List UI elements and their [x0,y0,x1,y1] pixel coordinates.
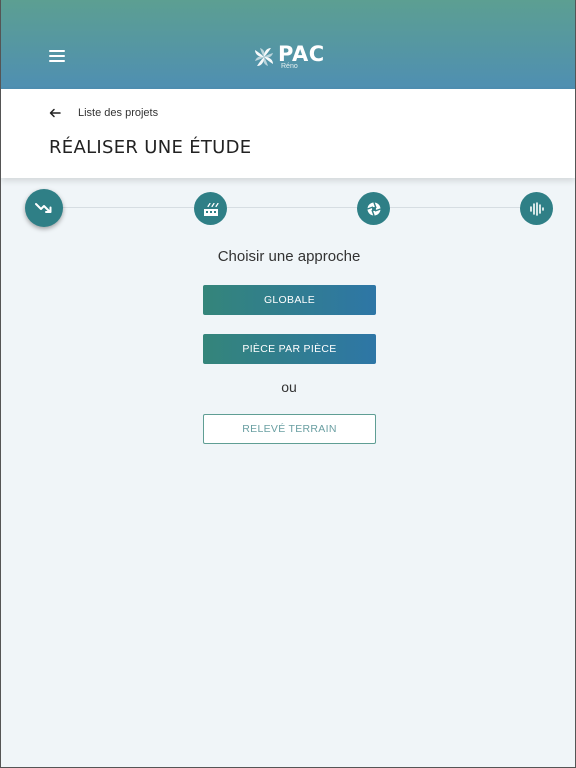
back-to-projects-link[interactable]: Liste des projets [49,105,158,121]
factory-icon [203,202,219,216]
logo-subtext: Réno [281,63,298,70]
section-title: Choisir une approche [217,248,361,265]
menu-icon[interactable] [49,50,65,64]
room-by-room-button[interactable]: PIÈCE PAR PIÈCE [203,334,376,364]
global-approach-button[interactable]: GLOBALE [203,285,376,315]
step-2-button[interactable] [194,192,227,225]
app-logo: PAC Réno [252,42,332,73]
page-title: RÉALISER UNE ÉTUDE [49,137,252,158]
aperture-icon [366,201,381,216]
or-separator: ou [281,379,297,395]
stepper-track [44,207,537,208]
trending-down-icon [35,203,52,213]
page-header [1,89,575,178]
arrow-left-icon [49,108,61,118]
top-app-bar: PAC Réno [1,0,575,89]
app-frame: PAC Réno Liste des projets RÉALISER UNE … [0,0,576,768]
pinwheel-logo-icon [255,48,273,66]
field-survey-button[interactable]: RELEVÉ TERRAIN [203,414,376,444]
step-1-button[interactable] [25,189,63,227]
back-link-label: Liste des projets [78,107,159,119]
audio-wave-icon [529,201,544,216]
step-3-button[interactable] [357,192,390,225]
step-4-button[interactable] [520,192,553,225]
